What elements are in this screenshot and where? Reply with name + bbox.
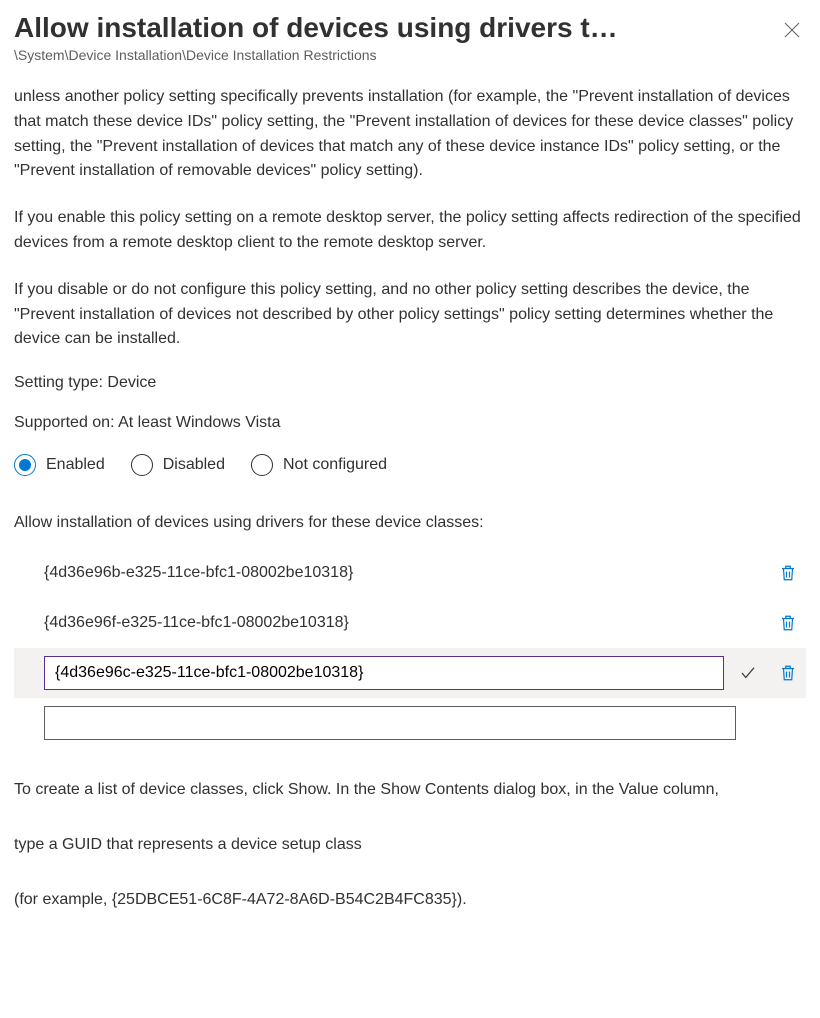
radio-label: Disabled <box>163 456 225 474</box>
radio-icon <box>131 454 153 476</box>
radio-label: Enabled <box>46 456 105 474</box>
trash-icon <box>779 614 797 632</box>
breadcrumb: \System\Device Installation\Device Insta… <box>14 47 806 63</box>
instructions-p3: (for example, {25DBCE51-6C8F-4A72-8A6D-B… <box>14 888 806 913</box>
state-radio-group: Enabled Disabled Not configured <box>14 454 806 476</box>
radio-not-configured[interactable]: Not configured <box>251 454 387 476</box>
delete-button[interactable] <box>772 657 804 689</box>
instructions-p2: type a GUID that represents a device set… <box>14 833 806 858</box>
description-para-3: If you disable or do not configure this … <box>14 278 806 352</box>
device-classes-label: Allow installation of devices using driv… <box>14 514 806 532</box>
trash-icon <box>779 664 797 682</box>
device-class-row: {4d36e96f-e325-11ce-bfc1-08002be10318} <box>14 598 806 648</box>
device-class-input-new[interactable] <box>44 706 736 740</box>
policy-panel: Allow installation of devices using driv… <box>0 0 820 943</box>
instructions-p1: To create a list of device classes, clic… <box>14 778 806 803</box>
delete-button[interactable] <box>772 557 804 589</box>
device-class-input[interactable] <box>44 656 724 690</box>
close-icon <box>784 22 800 38</box>
radio-label: Not configured <box>283 456 387 474</box>
delete-button[interactable] <box>772 607 804 639</box>
description-para-2: If you enable this policy setting on a r… <box>14 206 806 256</box>
trash-icon <box>779 564 797 582</box>
radio-disabled[interactable]: Disabled <box>131 454 225 476</box>
device-classes-list: {4d36e96b-e325-11ce-bfc1-08002be10318} {… <box>14 548 806 748</box>
close-button[interactable] <box>778 16 806 44</box>
check-icon <box>739 664 757 682</box>
device-class-row-editing <box>14 648 806 698</box>
setting-type: Setting type: Device <box>14 374 806 392</box>
device-class-row: {4d36e96b-e325-11ce-bfc1-08002be10318} <box>14 548 806 598</box>
confirm-button[interactable] <box>732 657 764 689</box>
supported-on: Supported on: At least Windows Vista <box>14 414 806 432</box>
device-class-value: {4d36e96b-e325-11ce-bfc1-08002be10318} <box>44 564 764 582</box>
device-class-row-new <box>14 698 806 748</box>
radio-icon <box>14 454 36 476</box>
radio-enabled[interactable]: Enabled <box>14 454 105 476</box>
device-class-value: {4d36e96f-e325-11ce-bfc1-08002be10318} <box>44 614 764 632</box>
header-row: Allow installation of devices using driv… <box>14 10 806 45</box>
page-title: Allow installation of devices using driv… <box>14 10 618 45</box>
description-para-1: unless another policy setting specifical… <box>14 85 806 184</box>
radio-icon <box>251 454 273 476</box>
